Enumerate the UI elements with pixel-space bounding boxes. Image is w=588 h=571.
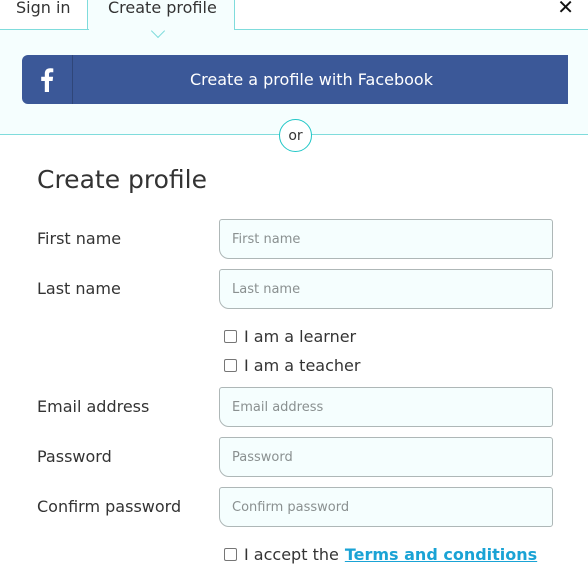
- tab-sign-in-label: Sign in: [16, 0, 71, 17]
- form-title: Create profile: [37, 165, 207, 194]
- tab-sign-in[interactable]: Sign in: [0, 0, 88, 30]
- last-name-label: Last name: [37, 279, 121, 298]
- learner-option[interactable]: I am a learner: [224, 327, 356, 346]
- facebook-button-label: Create a profile with Facebook: [190, 70, 433, 89]
- password-label: Password: [37, 447, 112, 466]
- facebook-signup-button[interactable]: Create a profile with Facebook: [22, 55, 568, 104]
- tab-strip: Sign in Create profile ✕: [0, 0, 588, 30]
- tab-create-profile-label: Create profile: [108, 0, 217, 17]
- first-name-field[interactable]: [219, 219, 553, 259]
- facebook-icon: [22, 55, 73, 104]
- email-label: Email address: [37, 397, 150, 416]
- tab-create-profile[interactable]: Create profile: [88, 0, 235, 30]
- teacher-option[interactable]: I am a teacher: [224, 356, 360, 375]
- terms-link[interactable]: Terms and conditions: [345, 545, 537, 564]
- confirm-password-field[interactable]: [219, 487, 553, 527]
- accept-terms-option[interactable]: I accept the Terms and conditions: [224, 545, 537, 564]
- email-field[interactable]: [219, 387, 553, 427]
- accept-terms-checkbox[interactable]: [224, 548, 237, 561]
- confirm-password-label: Confirm password: [37, 497, 182, 516]
- password-field[interactable]: [219, 437, 553, 477]
- first-name-label: First name: [37, 229, 122, 248]
- last-name-field[interactable]: [219, 269, 553, 309]
- accept-terms-text: I accept the: [244, 545, 339, 564]
- learner-checkbox[interactable]: [224, 330, 237, 343]
- teacher-checkbox[interactable]: [224, 359, 237, 372]
- teacher-label: I am a teacher: [244, 356, 361, 375]
- or-divider: or: [279, 119, 312, 152]
- learner-label: I am a learner: [244, 327, 357, 346]
- facebook-f-glyph: [41, 67, 54, 92]
- close-icon[interactable]: ✕: [557, 0, 574, 19]
